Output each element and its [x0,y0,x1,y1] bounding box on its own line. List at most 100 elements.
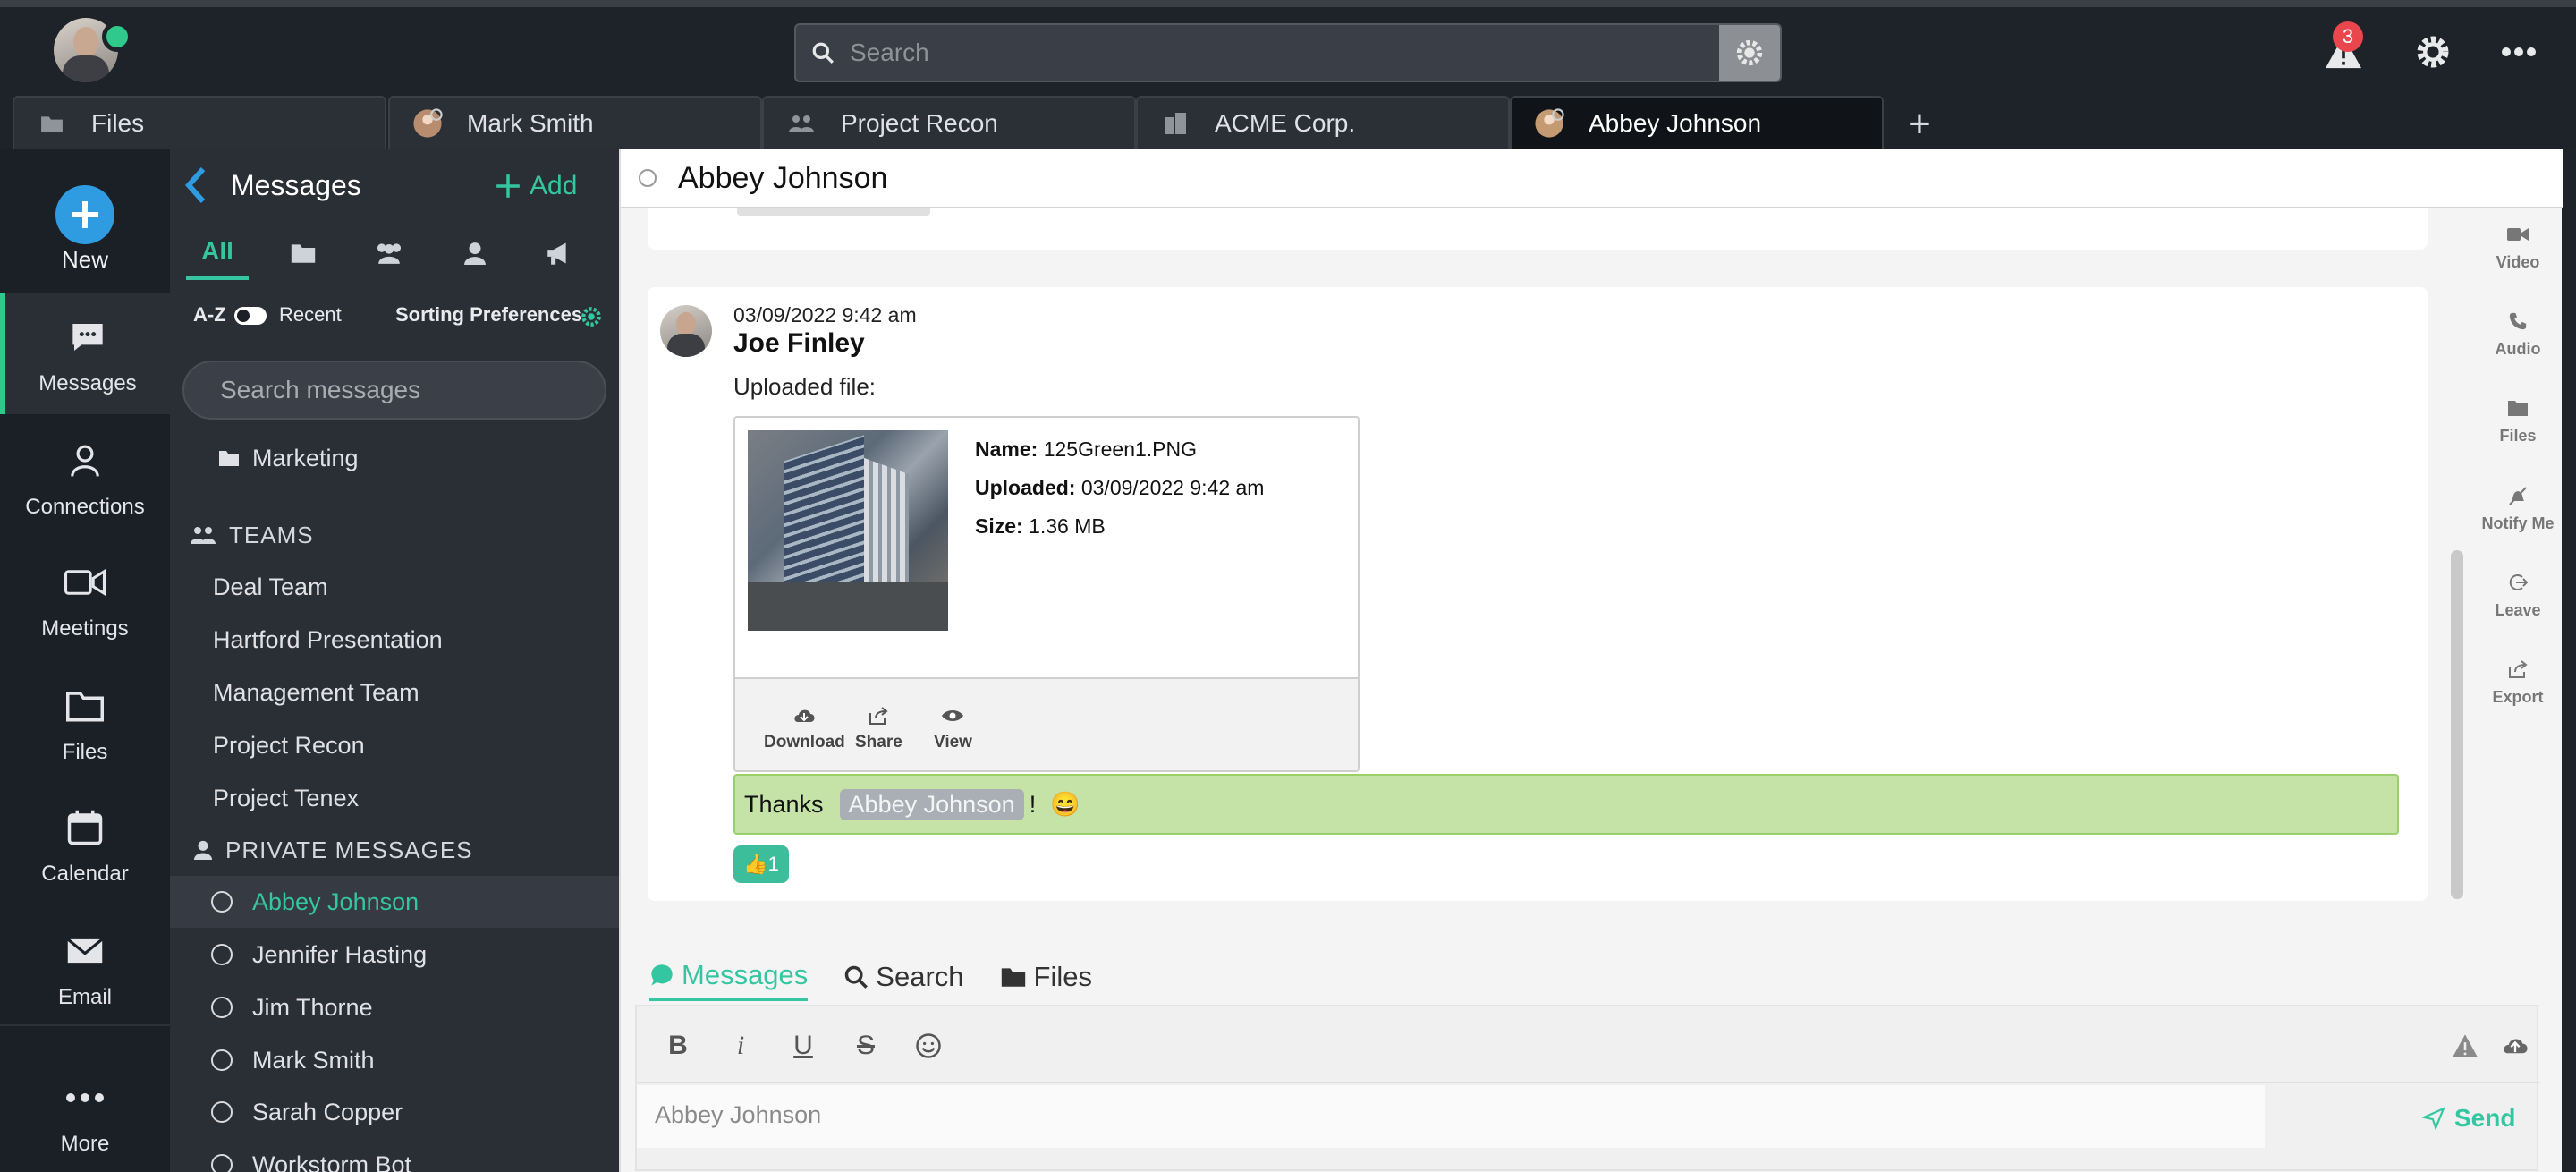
tab-project-recon[interactable]: Project Recon [762,96,1136,149]
settings-gear-icon[interactable] [2406,25,2460,79]
chat-bubble-icon [651,964,673,986]
share-button[interactable]: Share [855,702,902,752]
search-icon [796,25,850,81]
nav-meetings[interactable]: Meetings [0,538,170,659]
file-thumbnail[interactable] [748,430,948,631]
team-item-management[interactable]: Management Team [170,667,619,718]
ellipsis-icon [58,1071,112,1125]
team-item-deal-team[interactable]: Deal Team [170,561,619,613]
strikethrough-icon[interactable]: S [848,1028,884,1064]
formatting-toolbar: B i U S [637,1006,2540,1083]
tab-acme-corp[interactable]: ACME Corp. [1136,96,1510,149]
tab-files[interactable]: Files [13,96,386,149]
add-conversation-button[interactable]: Add [496,171,577,201]
add-tab-button[interactable]: + [1898,102,1941,146]
search-messages-input[interactable] [182,361,606,420]
send-button[interactable]: Send [2422,1096,2515,1141]
message-author[interactable]: Joe Finley [733,328,865,359]
file-details: Name: 125Green1.PNG Uploaded: 03/09/2022… [975,437,1265,538]
emoji-icon[interactable] [911,1028,946,1064]
gear-icon[interactable] [580,305,603,334]
notify-me-button[interactable]: Notify Me [2476,482,2560,533]
message-scrollbar[interactable] [2451,550,2463,899]
new-button[interactable] [55,185,114,244]
teams-section-header: TEAMS [170,509,619,561]
filter-broadcast[interactable] [528,226,590,280]
team-item-project-tenex[interactable]: Project Tenex [170,772,619,824]
private-item-abbey-johnson[interactable]: Abbey Johnson [170,876,619,928]
bold-icon[interactable]: B [660,1028,696,1064]
message-input[interactable] [637,1085,2265,1148]
nav-more[interactable]: More [0,1053,170,1172]
filter-all[interactable]: All [186,226,249,280]
export-button[interactable]: Export [2476,656,2560,707]
filter-private[interactable] [444,226,506,280]
audio-call-button[interactable]: Audio [2476,308,2560,359]
tab-search[interactable]: Search [843,953,964,1001]
nav-connections[interactable]: Connections [0,416,170,538]
leave-button[interactable]: Leave [2476,569,2560,620]
global-search [794,23,1782,82]
sorting-preferences-link[interactable]: Sorting Preferences [395,303,582,327]
tab-abbey-johnson[interactable]: Abbey Johnson [1510,96,1884,149]
folder-icon [1001,968,1025,987]
private-item-jennifer-hasting[interactable]: Jennifer Hasting [170,929,619,981]
team-item-project-recon[interactable]: Project Recon [170,719,619,771]
tab-mark-smith[interactable]: Mark Smith [388,96,762,149]
thumbs-up-reaction[interactable]: 👍 1 [733,845,789,883]
view-button[interactable]: View [934,702,972,752]
file-name: 125Green1.PNG [1043,437,1198,461]
status-circle-icon [211,997,233,1018]
nav-calendar[interactable]: Calendar [0,783,170,904]
plus-icon [72,201,98,228]
tab-label: Project Recon [841,109,998,137]
video-call-button[interactable]: Video [2476,221,2560,272]
nav-messages[interactable]: Messages [0,293,170,414]
video-icon [2504,221,2531,248]
list-item-label: Marketing [252,444,359,471]
conversation-title: Abbey Johnson [678,160,888,195]
more-options-icon[interactable] [2492,25,2546,79]
conversation-header: Abbey Johnson [621,149,2563,208]
alerts-count-badge: 3 [2333,21,2363,52]
search-settings-gear-icon[interactable] [1719,25,1780,81]
nav-label: Meetings [41,616,129,641]
warning-icon[interactable] [2447,1028,2483,1064]
cloud-upload-icon[interactable] [2497,1028,2533,1064]
nav-email[interactable]: Email [0,906,170,1028]
eye-icon [939,702,966,729]
download-button[interactable]: Download [764,702,845,752]
private-item-sarah-copper[interactable]: Sarah Copper [170,1086,619,1138]
left-navigation: New Messages Connections Meetings Files … [0,149,170,1172]
list-item-folder[interactable]: Marketing [170,432,619,484]
private-item-jim-thorne[interactable]: Jim Thorne [170,981,619,1033]
sort-toggle[interactable] [234,307,267,325]
filter-folders[interactable] [272,226,335,280]
underline-icon[interactable]: U [785,1028,821,1064]
sidebar-title: Messages [231,169,361,201]
private-item-mark-smith[interactable]: Mark Smith [170,1034,619,1086]
team-item-hartford[interactable]: Hartford Presentation [170,614,619,666]
status-circle-icon [211,944,233,965]
chat-icon [61,310,114,364]
author-avatar[interactable] [660,305,712,357]
tab-messages[interactable]: Messages [649,953,809,1001]
tab-files[interactable]: Files [1000,953,1092,1001]
files-button[interactable]: Files [2476,395,2560,446]
person-icon [58,434,112,488]
nav-label: More [60,1132,110,1156]
chevron-left-icon[interactable] [182,166,218,207]
private-item-workstorm-bot[interactable]: Workstorm Bot [170,1139,619,1172]
italic-icon[interactable]: i [723,1028,758,1064]
user-mention[interactable]: Abbey Johnson [839,788,1024,820]
nav-files[interactable]: Files [0,661,170,783]
message-text: Uploaded file: [733,373,876,400]
plus-icon [496,174,520,198]
message-card: 03/09/2022 9:42 am Joe Finley Uploaded f… [648,287,2428,901]
nav-label: Calendar [41,862,129,886]
global-search-input[interactable] [850,38,1719,67]
filter-teams[interactable] [358,226,420,280]
team-icon [191,527,216,544]
share-icon [865,702,892,729]
folder-icon [58,679,112,733]
